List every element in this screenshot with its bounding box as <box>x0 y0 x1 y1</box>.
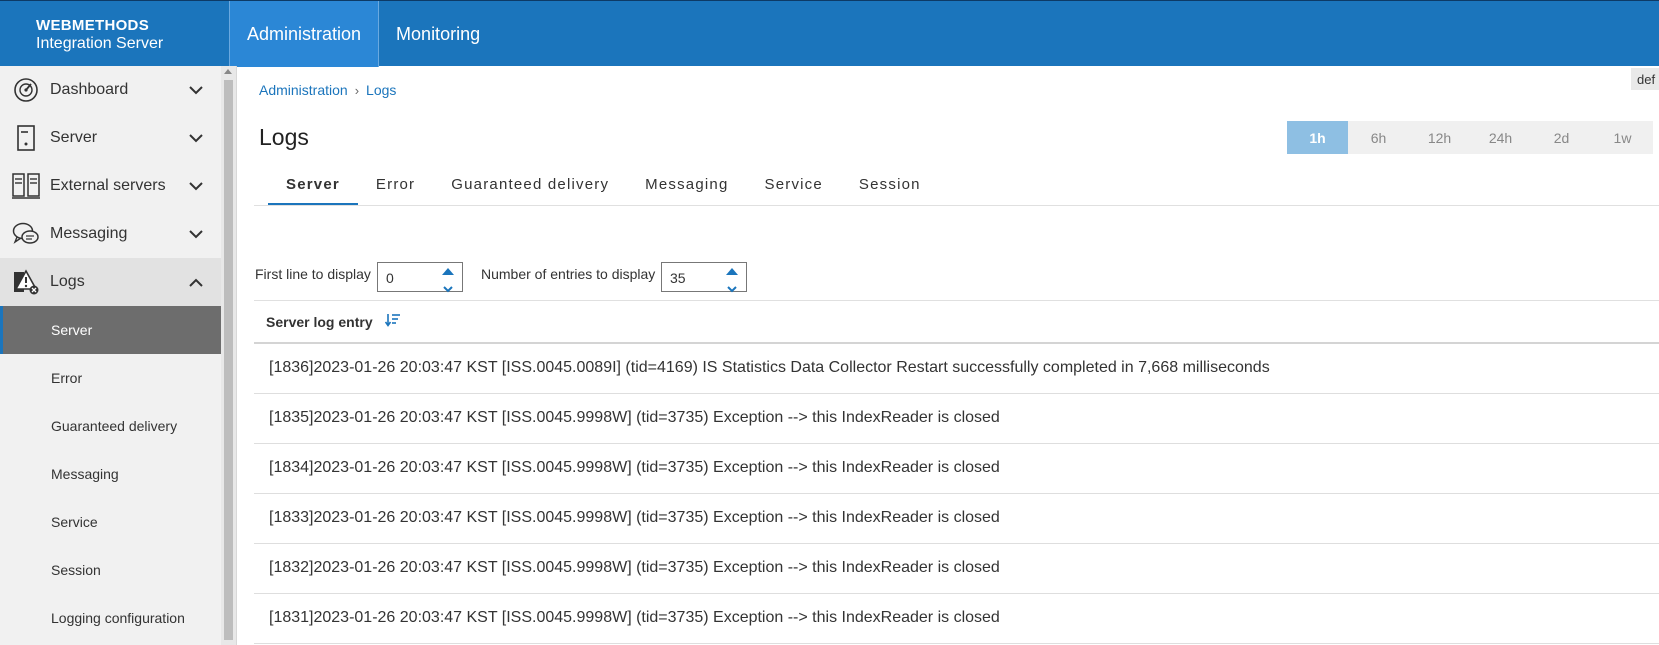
tab-error[interactable]: Error <box>358 168 433 206</box>
corner-tag[interactable]: def <box>1631 68 1659 90</box>
sidebar-subitem-error[interactable]: Error <box>0 354 221 402</box>
sidebar-item-label: Messaging <box>50 225 128 242</box>
brand-product: Integration Server <box>36 35 164 52</box>
log-entry-text: [1834]2023-01-26 20:03:47 KST [ISS.0045.… <box>269 459 1000 476</box>
range-option-2d[interactable]: 2d <box>1531 121 1592 154</box>
table-row[interactable]: [1836]2023-01-26 20:03:47 KST [ISS.0045.… <box>254 344 1659 394</box>
topnav-tab-monitoring[interactable]: Monitoring <box>379 1 497 67</box>
sidebar-scrollbar[interactable] <box>221 66 236 645</box>
log-entry-text: [1832]2023-01-26 20:03:47 KST [ISS.0045.… <box>269 559 1000 576</box>
sidebar-item-label: Logs <box>50 273 85 290</box>
topnav-tab-administration[interactable]: Administration <box>229 1 380 67</box>
range-option-1h[interactable]: 1h <box>1287 121 1348 154</box>
log-tabs: Server Error Guaranteed delivery Messagi… <box>268 168 939 206</box>
sidebar-divider <box>236 66 237 645</box>
sidebar-item-logs[interactable]: Logs <box>0 258 221 306</box>
log-entry-text: [1836]2023-01-26 20:03:47 KST [ISS.0045.… <box>269 359 1270 376</box>
table-top-border <box>254 300 1659 301</box>
tabs-divider <box>254 205 1659 206</box>
stepper-down-icon[interactable] <box>443 280 453 293</box>
stepper-down-icon[interactable] <box>727 280 737 293</box>
first-line-label: First line to display <box>255 266 371 282</box>
column-header-server-log-entry[interactable]: Server log entry <box>266 313 401 330</box>
table-row[interactable]: [1834]2023-01-26 20:03:47 KST [ISS.0045.… <box>254 444 1659 494</box>
time-range-selector: 1h 6h 12h 24h 2d 1w <box>1287 121 1653 154</box>
entries-label: Number of entries to display <box>481 266 656 282</box>
tab-service[interactable]: Service <box>747 168 841 206</box>
sidebar-item-server[interactable]: Server <box>0 114 221 162</box>
external-servers-icon <box>12 172 40 200</box>
range-option-12h[interactable]: 12h <box>1409 121 1470 154</box>
first-line-value: 0 <box>386 270 394 286</box>
sidebar: Dashboard Server External servers Messag… <box>0 66 221 645</box>
sidebar-subitem-server[interactable]: Server <box>0 306 221 354</box>
range-option-24h[interactable]: 24h <box>1470 121 1531 154</box>
entries-stepper[interactable]: 35 <box>661 262 747 293</box>
table-row[interactable]: [1833]2023-01-26 20:03:47 KST [ISS.0045.… <box>254 494 1659 544</box>
sidebar-item-label: Dashboard <box>50 81 129 98</box>
entries-value: 35 <box>670 270 686 286</box>
log-entry-text: [1835]2023-01-26 20:03:47 KST [ISS.0045.… <box>269 409 1000 426</box>
stepper-arrows-icon[interactable] <box>442 267 454 293</box>
range-option-1w[interactable]: 1w <box>1592 121 1653 154</box>
server-icon <box>12 124 40 152</box>
breadcrumb-current[interactable]: Logs <box>366 82 396 98</box>
sidebar-subitem-guaranteed-delivery[interactable]: Guaranteed delivery <box>0 402 221 450</box>
stepper-arrows-icon[interactable] <box>726 267 738 293</box>
chevron-down-icon <box>185 85 207 95</box>
tab-session[interactable]: Session <box>841 168 939 206</box>
column-header-label: Server log entry <box>266 313 373 330</box>
range-option-6h[interactable]: 6h <box>1348 121 1409 154</box>
breadcrumb: Administration › Logs <box>259 82 396 98</box>
chevron-right-icon: › <box>354 82 360 98</box>
chevron-up-icon <box>185 278 207 287</box>
logs-warning-icon <box>12 268 40 296</box>
log-entry-text: [1831]2023-01-26 20:03:47 KST [ISS.0045.… <box>269 609 1000 626</box>
table-row[interactable]: [1835]2023-01-26 20:03:47 KST [ISS.0045.… <box>254 394 1659 444</box>
product-logo[interactable]: WEBMETHODS Integration Server <box>0 1 229 67</box>
sidebar-item-label: External servers <box>50 177 166 194</box>
sort-descending-icon[interactable] <box>384 313 401 330</box>
scrollbar-thumb[interactable] <box>224 80 233 640</box>
table-row[interactable]: [1831]2023-01-26 20:03:47 KST [ISS.0045.… <box>254 594 1659 644</box>
chevron-down-icon <box>185 181 207 191</box>
tab-server[interactable]: Server <box>268 168 358 206</box>
sidebar-item-label: Server <box>50 129 98 146</box>
table-row[interactable]: [1832]2023-01-26 20:03:47 KST [ISS.0045.… <box>254 544 1659 594</box>
page-title: Logs <box>259 124 309 150</box>
chevron-down-icon <box>185 133 207 143</box>
tab-guaranteed-delivery[interactable]: Guaranteed delivery <box>433 168 627 206</box>
sidebar-item-external-servers[interactable]: External servers <box>0 162 221 210</box>
sidebar-subitem-session[interactable]: Session <box>0 546 221 594</box>
log-entry-text: [1833]2023-01-26 20:03:47 KST [ISS.0045.… <box>269 509 1000 526</box>
dashboard-gauge-icon <box>12 76 40 104</box>
sidebar-subitem-service[interactable]: Service <box>0 498 221 546</box>
top-header: WEBMETHODS Integration Server Administra… <box>0 0 1659 67</box>
breadcrumb-link-administration[interactable]: Administration <box>259 82 348 98</box>
sidebar-subitem-messaging[interactable]: Messaging <box>0 450 221 498</box>
sidebar-subitem-logging-configuration[interactable]: Logging configuration <box>0 594 221 642</box>
brand-name: WEBMETHODS <box>36 17 149 34</box>
stepper-up-icon[interactable] <box>442 268 454 275</box>
top-nav: Administration Monitoring <box>229 1 497 67</box>
stepper-up-icon[interactable] <box>726 268 738 275</box>
sidebar-item-messaging[interactable]: Messaging <box>0 210 221 258</box>
first-line-stepper[interactable]: 0 <box>377 262 463 293</box>
scroll-up-arrow-icon[interactable] <box>224 69 232 74</box>
tab-messaging[interactable]: Messaging <box>627 168 746 206</box>
chevron-down-icon <box>185 229 207 239</box>
messaging-icon <box>12 220 40 248</box>
sidebar-item-dashboard[interactable]: Dashboard <box>0 66 221 114</box>
